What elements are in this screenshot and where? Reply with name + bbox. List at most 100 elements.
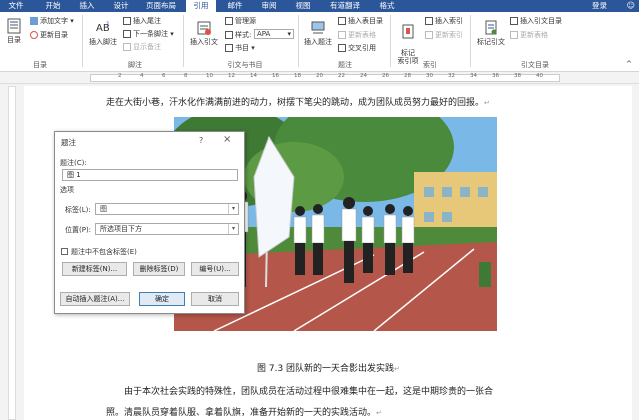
update-table-button[interactable]: 更新表格 xyxy=(338,30,376,40)
insert-toa-button[interactable]: 插入引文目录 xyxy=(510,16,562,26)
group-separator xyxy=(82,15,83,67)
ok-button[interactable]: 确定 xyxy=(139,292,185,306)
tab-layout[interactable]: 页面布局 xyxy=(140,0,182,12)
mark-entry-icon xyxy=(402,24,414,39)
close-icon[interactable]: × xyxy=(223,134,231,145)
group-label-footnote: 脚注 xyxy=(128,61,142,69)
insert-table-of-figures-button[interactable]: 插入表目录 xyxy=(338,16,383,26)
next-footnote-button[interactable]: 下一条脚注 ▾ xyxy=(123,29,174,39)
dialog-title: 题注 xyxy=(61,138,76,147)
show-notes-button[interactable]: 显示备注 xyxy=(123,42,161,52)
tab-home[interactable]: 开始 xyxy=(38,0,68,12)
paragraph-line-1[interactable]: 走在大街小巷，汗水化作满满前进的动力，树摆下笔尖的跳动，成为团队成员努力最好的回… xyxy=(106,95,490,108)
caption-input[interactable]: 图 1 xyxy=(62,169,238,181)
exclude-label-checkbox[interactable] xyxy=(61,248,68,255)
manage-sources-button[interactable]: 管理源 xyxy=(225,16,256,26)
chevron-down-icon: ▾ xyxy=(228,224,238,234)
tab-references[interactable]: 引用 xyxy=(186,0,216,12)
caption-field-label: 题注(C): xyxy=(60,159,87,167)
group-separator xyxy=(470,15,471,67)
table-of-figures-icon xyxy=(338,17,346,25)
cross-reference-icon xyxy=(338,44,346,52)
numbering-button[interactable]: 编号(U)... xyxy=(191,262,239,276)
group-label-toc: 目录 xyxy=(33,61,47,69)
insert-index-button[interactable]: 插入索引 xyxy=(425,16,463,26)
vertical-ruler[interactable] xyxy=(8,86,16,420)
next-footnote-icon xyxy=(123,30,131,38)
insert-toa-icon xyxy=(510,17,518,25)
update-toa-icon xyxy=(510,31,518,39)
user-icon[interactable]: ☺ xyxy=(627,1,635,10)
tab-youdao[interactable]: 有道翻译 xyxy=(322,0,368,12)
collapse-ribbon-icon[interactable]: ^ xyxy=(626,60,632,68)
tab-review[interactable]: 审阅 xyxy=(254,0,284,12)
position-select[interactable]: 所选项目下方 ▾ xyxy=(95,223,239,235)
group-separator xyxy=(298,15,299,67)
ruler-number: 14 xyxy=(250,73,257,79)
citation-icon xyxy=(197,21,211,35)
ruler-number: 22 xyxy=(338,73,345,79)
ribbon-tab-bar: 文件 开始 插入 设计 页面布局 引用 邮件 审阅 视图 有道翻译 格式 登录 … xyxy=(0,0,639,12)
mark-entry-button[interactable]: 标记 索引项 xyxy=(394,16,422,65)
style-icon xyxy=(225,31,233,39)
tab-insert[interactable]: 插入 xyxy=(72,0,102,12)
ruler-number: 20 xyxy=(316,73,323,79)
toc-button[interactable]: 目录 xyxy=(3,18,25,45)
footnote-icon: AB1 xyxy=(96,21,110,34)
cross-reference-button[interactable]: 交叉引用 xyxy=(338,43,376,53)
citation-style-select[interactable]: APA ▾ xyxy=(254,29,294,39)
ruler-number: 2 xyxy=(118,73,122,79)
insert-caption-button[interactable]: 插入题注 xyxy=(301,20,335,47)
tab-design[interactable]: 设计 xyxy=(106,0,136,12)
tab-file[interactable]: 文件 xyxy=(0,0,32,12)
chevron-down-icon: ▾ xyxy=(228,204,238,214)
group-label-citation: 引文与书目 xyxy=(227,61,263,69)
group-label-caption: 题注 xyxy=(338,61,352,69)
insert-footnote-button[interactable]: AB 1 插入脚注 xyxy=(86,20,120,47)
insert-index-icon xyxy=(425,17,433,25)
svg-text:1: 1 xyxy=(106,21,110,28)
paragraph-line-3[interactable]: 由于本次社会实践的特殊性，团队成员在活动过程中很难集中在一起，这是中期珍贵的一张… xyxy=(124,384,493,397)
tab-mailings[interactable]: 邮件 xyxy=(220,0,250,12)
ruler-number: 34 xyxy=(470,73,477,79)
toc-icon xyxy=(7,18,21,34)
ribbon: 目录 添加文字 ▾ 更新目录 目录 AB 1 插入脚注 插入尾注 下一条脚注 ▾ … xyxy=(0,12,639,72)
delete-label-button[interactable]: 删除标签(D) xyxy=(133,262,185,276)
ruler-number: 26 xyxy=(382,73,389,79)
update-index-button[interactable]: 更新索引 xyxy=(425,30,463,40)
ruler-number: 4 xyxy=(140,73,144,79)
ruler-number: 38 xyxy=(514,73,521,79)
ruler-number: 28 xyxy=(404,73,411,79)
update-toa-button[interactable]: 更新表格 xyxy=(510,30,548,40)
ruler-number: 40 xyxy=(536,73,543,79)
ruler-number: 30 xyxy=(426,73,433,79)
add-text-button[interactable]: 添加文字 ▾ xyxy=(30,16,74,26)
tab-view[interactable]: 视图 xyxy=(288,0,318,12)
refresh-icon xyxy=(30,31,38,39)
insert-citation-button[interactable]: 插入引文 xyxy=(187,20,221,47)
group-label-toa: 引文目录 xyxy=(521,61,549,69)
help-icon[interactable]: ? xyxy=(199,136,203,145)
mark-citation-button[interactable]: 标记引文 xyxy=(474,20,508,47)
cancel-button[interactable]: 取消 xyxy=(191,292,239,306)
autocaption-button[interactable]: 自动插入题注(A)... xyxy=(60,292,130,306)
ruler-number: 24 xyxy=(360,73,367,79)
insert-endnote-button[interactable]: 插入尾注 xyxy=(123,16,161,26)
ruler-number: 6 xyxy=(162,73,166,79)
login-link[interactable]: 登录 xyxy=(592,0,607,12)
ruler-number: 36 xyxy=(492,73,499,79)
figure-caption[interactable]: 图 7.3 团队新的一天合影出发实践↵ xyxy=(257,361,400,374)
horizontal-ruler[interactable]: 2 4 6 8 10 12 14 16 18 20 22 24 26 28 30 32 34 36 38 40 xyxy=(0,72,639,84)
ruler-number: 16 xyxy=(272,73,279,79)
paragraph-line-4[interactable]: 照。清晨队员穿着队服、拿着队旗，准备开始新的一天的实践活动。↵ xyxy=(106,405,382,418)
bibliography-button[interactable]: 书目 ▾ xyxy=(225,43,255,53)
add-text-icon xyxy=(30,17,38,25)
tab-format[interactable]: 格式 xyxy=(372,0,402,12)
bibliography-icon xyxy=(225,44,233,52)
update-toc-button[interactable]: 更新目录 xyxy=(30,30,68,40)
new-label-button[interactable]: 新建标签(N)... xyxy=(62,262,127,276)
label-select[interactable]: 图 ▾ xyxy=(95,203,239,215)
ruler-number: 12 xyxy=(228,73,235,79)
label-field-label: 标签(L): xyxy=(65,206,91,214)
update-table-icon xyxy=(338,31,346,39)
